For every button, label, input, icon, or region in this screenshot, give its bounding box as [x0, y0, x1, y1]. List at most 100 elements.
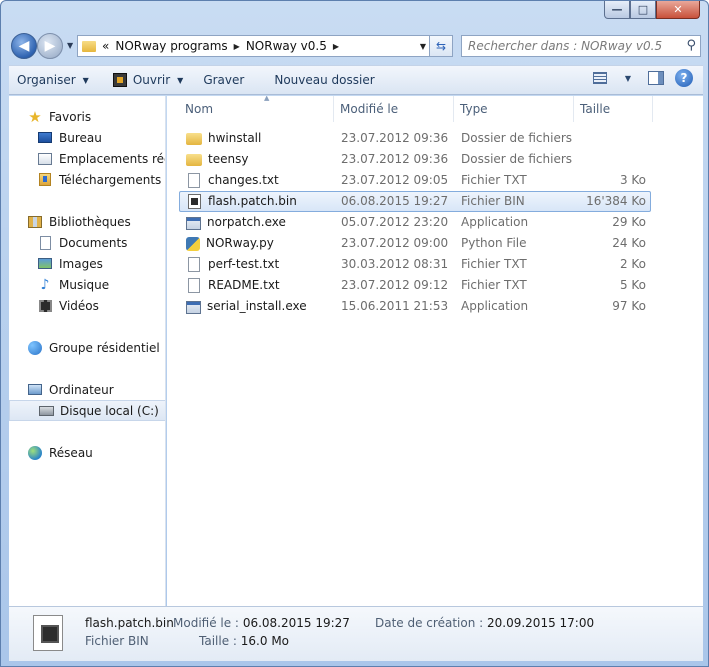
sidebar-item-documents[interactable]: Documents — [9, 232, 165, 253]
details-size: Taille : 16.0 Mo — [199, 634, 289, 648]
file-name: flash.patch.bin — [208, 194, 297, 208]
file-row[interactable]: README.txt 23.07.2012 09:12 Fichier TXT … — [179, 275, 651, 296]
column-header-type[interactable]: Type — [454, 96, 574, 122]
file-size: 16'384 Ko — [586, 194, 646, 208]
column-header-modified[interactable]: Modifié le — [334, 96, 454, 122]
change-view-button[interactable] — [591, 69, 609, 87]
sidebar-item-homegroup[interactable]: Groupe résidentiel — [9, 337, 165, 358]
file-size: 3 Ko — [619, 173, 646, 187]
column-header-size[interactable]: Taille — [574, 96, 653, 122]
breadcrumb-overflow[interactable]: « — [102, 39, 109, 53]
file-row[interactable]: norpatch.exe 05.07.2012 23:20 Applicatio… — [179, 212, 651, 233]
sidebar-item-images[interactable]: Images — [9, 253, 165, 274]
file-row[interactable]: NORway.py 23.07.2012 09:00 Python File 2… — [179, 233, 651, 254]
text-file-icon — [188, 278, 200, 293]
breadcrumb-separator-icon[interactable]: ▶ — [333, 42, 339, 51]
sidebar-item-music[interactable]: ♪ Musique — [9, 274, 165, 295]
caret-down-icon: ▼ — [624, 73, 632, 83]
column-header-name[interactable]: ▲ Nom — [179, 96, 334, 122]
sidebar-item-label: Ordinateur — [49, 382, 114, 397]
view-list-icon — [593, 72, 607, 84]
file-name: NORway.py — [206, 236, 274, 250]
file-type: Fichier TXT — [461, 278, 527, 292]
sidebar-item-network[interactable]: Réseau — [9, 442, 165, 463]
preview-pane-button[interactable] — [647, 69, 665, 87]
sidebar-item-label: Téléchargements — [59, 172, 162, 187]
burn-button[interactable]: Graver — [195, 68, 252, 92]
sidebar-item-recent-places[interactable]: Emplacements récer — [9, 148, 165, 169]
file-type: Dossier de fichiers — [461, 131, 573, 145]
file-row[interactable]: teensy 23.07.2012 09:36 Dossier de fichi… — [179, 149, 651, 170]
navigation-pane: ★ Favoris Bureau Emplacements récer Télé… — [9, 96, 166, 606]
python-file-icon — [186, 236, 200, 251]
recent-pages-dropdown[interactable]: ▼ — [67, 41, 73, 50]
file-type: Application — [461, 299, 529, 313]
details-pane: flash.patch.bin Fichier BIN Modifié le :… — [9, 606, 703, 661]
sidebar-item-libraries[interactable]: Bibliothèques — [9, 211, 165, 232]
file-name-cell: norpatch.exe — [186, 213, 336, 232]
file-type: Fichier TXT — [461, 173, 527, 187]
organize-button[interactable]: Organiser ▼ — [9, 68, 97, 92]
file-row[interactable]: changes.txt 23.07.2012 09:05 Fichier TXT… — [179, 170, 651, 191]
close-button[interactable]: ✕ — [656, 1, 700, 19]
back-button[interactable]: ◀ — [11, 33, 37, 59]
address-dropdown-icon[interactable]: ▼ — [420, 42, 426, 51]
search-icon[interactable]: ⚲ — [686, 38, 696, 53]
sidebar-item-computer[interactable]: Ordinateur — [9, 379, 165, 400]
search-input[interactable]: Rechercher dans : NORway v0.5 ⚲ — [461, 35, 701, 57]
file-name-cell: teensy — [186, 150, 336, 169]
file-name-cell: hwinstall — [186, 129, 336, 148]
column-header-label: Type — [460, 102, 488, 116]
file-row[interactable]: perf-test.txt 30.03.2012 08:31 Fichier T… — [179, 254, 651, 275]
file-date: 23.07.2012 09:12 — [341, 278, 449, 292]
sidebar-item-desktop[interactable]: Bureau — [9, 127, 165, 148]
file-name-cell: flash.patch.bin — [186, 192, 336, 211]
sort-ascending-icon: ▲ — [264, 96, 270, 102]
arrow-left-icon: ◀ — [18, 38, 30, 54]
sidebar-item-label: Documents — [59, 235, 128, 250]
sidebar-item-downloads[interactable]: Téléchargements — [9, 169, 165, 190]
forward-button[interactable]: ▶ — [37, 33, 63, 59]
file-date: 30.03.2012 08:31 — [341, 257, 449, 271]
help-button[interactable]: ? — [675, 69, 693, 87]
file-row[interactable]: serial_install.exe 15.06.2011 21:53 Appl… — [179, 296, 651, 317]
burn-label: Graver — [203, 73, 245, 87]
file-row-selected[interactable]: flash.patch.bin 06.08.2015 19:27 Fichier… — [179, 191, 651, 212]
details-size-label: Taille : — [199, 634, 237, 648]
computer-icon — [27, 382, 43, 398]
maximize-button[interactable]: □ — [630, 1, 656, 19]
file-name: changes.txt — [208, 173, 279, 187]
file-date: 05.07.2012 23:20 — [341, 215, 449, 229]
explorer-window: — □ ✕ ◀ ▶ ▼ « NORway programs ▶ NORway v… — [0, 0, 709, 667]
breadcrumb-norway-v05[interactable]: NORway v0.5 — [246, 39, 327, 53]
breadcrumb-separator-icon[interactable]: ▶ — [234, 42, 240, 51]
documents-icon — [37, 235, 53, 251]
text-file-icon — [188, 257, 200, 272]
caret-down-icon: ▼ — [177, 75, 184, 85]
details-size-value: 16.0 Mo — [240, 634, 290, 648]
sidebar-item-videos[interactable]: Vidéos — [9, 295, 165, 316]
open-button[interactable]: Ouvrir ▼ — [105, 68, 192, 92]
file-name: teensy — [208, 152, 249, 166]
view-options-dropdown[interactable]: ▼ — [619, 69, 637, 87]
caret-down-icon: ▼ — [82, 75, 89, 85]
sidebar-item-local-disk[interactable]: Disque local (C:) — [9, 400, 165, 421]
help-icon: ? — [675, 69, 693, 87]
sidebar-item-label: Images — [59, 256, 103, 271]
desktop-icon — [37, 130, 53, 146]
address-bar[interactable]: « NORway programs ▶ NORway v0.5 ▶ ▼ — [77, 35, 431, 57]
refresh-button[interactable]: ⇆ — [429, 35, 453, 57]
minimize-button[interactable]: — — [604, 1, 630, 19]
bin-file-icon — [188, 194, 201, 209]
new-folder-button[interactable]: Nouveau dossier — [266, 68, 382, 92]
star-icon: ★ — [28, 107, 42, 126]
downloads-icon — [37, 172, 53, 188]
details-file-name: flash.patch.bin — [85, 616, 174, 630]
file-name-cell: NORway.py — [186, 234, 336, 253]
sidebar-item-label: Groupe résidentiel — [49, 340, 160, 355]
sidebar-item-label: Bibliothèques — [49, 214, 131, 229]
file-date: 15.06.2011 21:53 — [341, 299, 449, 313]
breadcrumb-norway-programs[interactable]: NORway programs — [115, 39, 227, 53]
sidebar-item-favorites[interactable]: ★ Favoris — [9, 106, 165, 127]
file-row[interactable]: hwinstall 23.07.2012 09:36 Dossier de fi… — [179, 128, 651, 149]
